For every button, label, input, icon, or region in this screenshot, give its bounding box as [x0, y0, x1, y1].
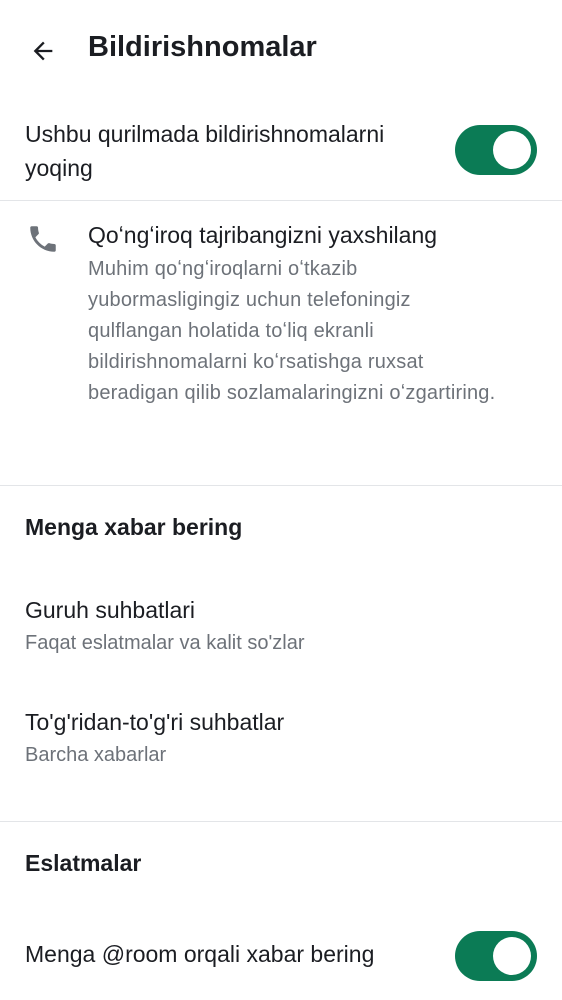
- toggle-knob: [493, 937, 531, 975]
- group-chats-setting[interactable]: Guruh suhbatlari Faqat eslatmalar va kal…: [25, 597, 304, 655]
- group-chats-value: Faqat eslatmalar va kalit so'zlar: [25, 632, 305, 654]
- page-title: Bildirishnomalar: [88, 31, 317, 63]
- direct-chats-value: Barcha xabarlar: [25, 744, 167, 766]
- direct-chats-setting[interactable]: To'g'ridan-to'g'ri suhbatlar Barcha xaba…: [25, 709, 284, 767]
- room-mention-label: Menga @room orqali xabar bering: [25, 941, 375, 967]
- arrow-left-icon: [33, 41, 53, 61]
- enable-notifications-label: Ushbu qurilmada bildirishnomalarni yoqin…: [25, 121, 385, 181]
- call-experience-tip[interactable]: Qoʻngʻiroq tajribangizni yaxshilang Muhi…: [0, 214, 562, 474]
- call-tip-description: Muhim qoʻngʻiroqlarni oʻtkazib yubormasl…: [88, 258, 496, 404]
- enable-notifications-row[interactable]: Ushbu qurilmada bildirishnomalarni yoqin…: [0, 112, 562, 200]
- phone-icon: [30, 226, 56, 252]
- toggle-knob: [493, 131, 531, 169]
- divider: [0, 200, 562, 201]
- section-header-notify-me: Menga xabar bering: [25, 514, 243, 540]
- divider: [0, 485, 562, 486]
- room-mention-toggle[interactable]: [455, 931, 537, 981]
- direct-chats-label: To'g'ridan-to'g'ri suhbatlar: [25, 709, 285, 735]
- call-tip-title: Qoʻngʻiroq tajribangizni yaxshilang: [88, 222, 438, 248]
- divider: [0, 821, 562, 822]
- group-chats-label: Guruh suhbatlari: [25, 597, 196, 623]
- enable-notifications-toggle[interactable]: [455, 125, 537, 175]
- section-header-mentions: Eslatmalar: [25, 850, 142, 876]
- top-app-bar: Bildirishnomalar: [0, 0, 562, 100]
- back-button[interactable]: [26, 34, 60, 68]
